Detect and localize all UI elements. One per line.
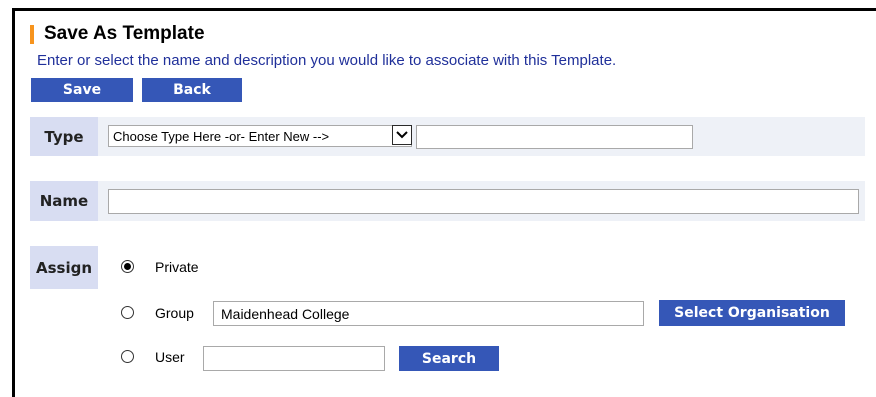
radio-selected-dot (124, 263, 131, 270)
user-radio[interactable] (121, 350, 134, 363)
user-label: User (155, 349, 185, 365)
user-input[interactable] (203, 346, 385, 371)
group-radio[interactable] (121, 306, 134, 319)
type-select[interactable]: Choose Type Here -or- Enter New --> (108, 125, 412, 147)
assign-label: Assign (30, 246, 98, 289)
page-subtitle: Enter or select the name and description… (37, 52, 617, 69)
window-frame-left (12, 8, 15, 397)
name-input[interactable] (108, 189, 859, 214)
type-select-value: Choose Type Here -or- Enter New --> (113, 128, 330, 144)
search-button[interactable]: Search (399, 346, 499, 371)
back-button[interactable]: Back (142, 78, 242, 102)
private-label: Private (155, 259, 199, 275)
page-title: Save As Template (44, 23, 205, 44)
save-button[interactable]: Save (31, 78, 133, 102)
name-label: Name (30, 181, 98, 221)
title-accent-bar (30, 25, 34, 44)
group-input[interactable]: Maidenhead College (213, 301, 644, 326)
window-frame-top (12, 8, 876, 11)
select-organisation-button[interactable]: Select Organisation (659, 300, 845, 326)
private-radio[interactable] (121, 260, 134, 273)
type-label: Type (30, 117, 98, 156)
new-type-input[interactable] (416, 125, 693, 149)
chevron-down-icon[interactable] (392, 125, 412, 145)
group-label: Group (155, 305, 194, 321)
